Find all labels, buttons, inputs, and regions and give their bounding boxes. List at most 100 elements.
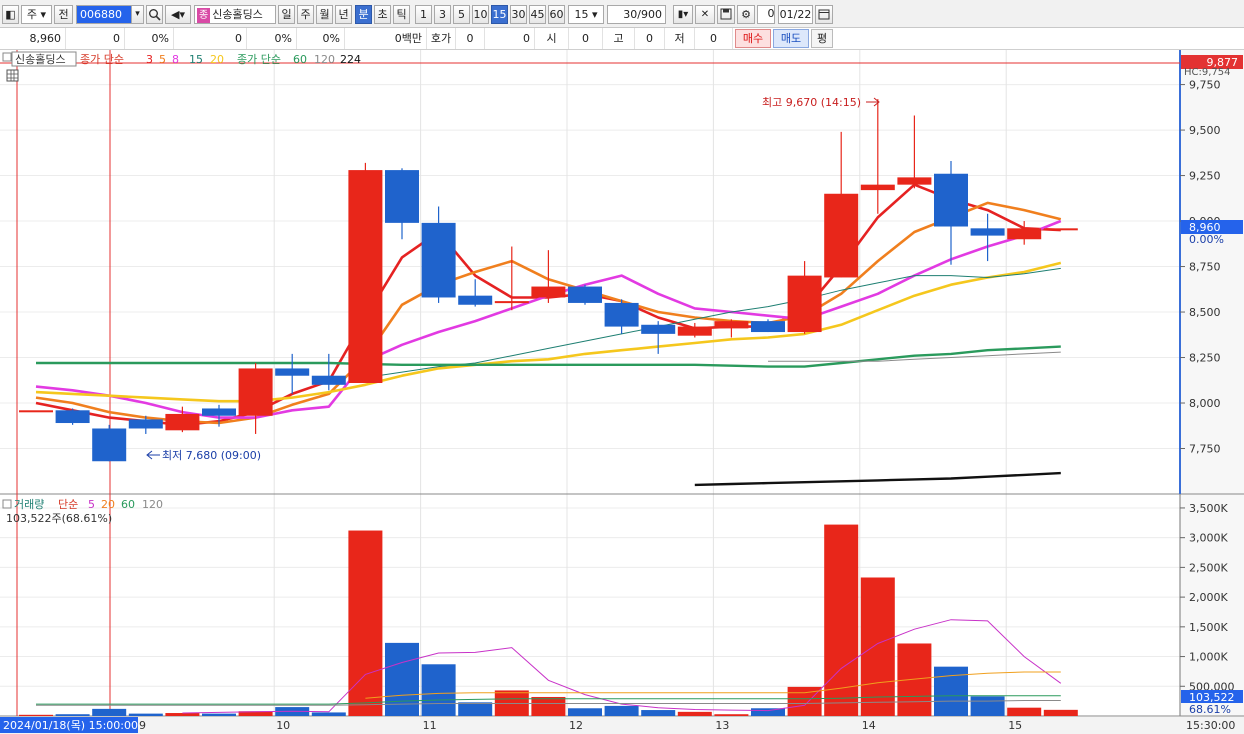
date-input[interactable]: 01/22 [778,5,813,24]
vol-ma-5-label: 5 [88,498,95,511]
price-tick-label: 8,250 [1189,352,1221,365]
period-minute[interactable]: 분 [355,5,372,24]
interval-30[interactable]: 30 [510,5,527,24]
volume-bar [92,708,127,716]
ma-60-label: 60 [293,53,307,66]
average-button[interactable]: 평 [811,29,833,48]
period-day[interactable]: 일 [278,5,295,24]
volume-bar [165,713,200,716]
ma-5-label: 5 [159,53,166,66]
volume-bar [1043,709,1078,716]
gear-icon[interactable]: ⚙ [737,5,755,24]
candle-body [275,368,310,376]
prev-button[interactable]: 전 [54,5,73,24]
volume-bar [348,530,383,716]
candle-body [92,428,127,462]
volume-bar [531,696,566,716]
time-cursor-tag: 2024/01/18(목) 15:00:00 [3,719,138,732]
period-tick[interactable]: 틱 [393,5,410,24]
candle-body [128,419,163,429]
volume-toggle-icon[interactable] [2,499,12,509]
calendar-icon[interactable] [815,5,833,24]
candle-body [19,410,53,413]
stock-type-tag: 종 [197,8,211,23]
chevron-down-icon[interactable]: ▾ [131,5,144,24]
vol-ma-20-label: 20 [101,498,115,511]
vol-ma-60-label: 60 [121,498,135,511]
period-month[interactable]: 월 [316,5,333,24]
candle-body [531,286,566,298]
layout-icon[interactable]: ◧ [2,5,19,24]
count-max: /900 [637,8,662,21]
current-price: 8,960 [0,28,66,49]
period-year[interactable]: 년 [335,5,352,24]
volume-rate-2: 0% [297,28,345,49]
panel-toggle-icon[interactable] [2,52,12,62]
candle-body [55,410,90,424]
buy-button[interactable]: 매수 [735,29,771,48]
stock-tag: 신송홀딩스 [15,53,66,66]
candle-body [787,275,822,333]
price-tick-label: 8,500 [1189,306,1221,319]
interval-15[interactable]: 15 [491,5,508,24]
candle-body [165,413,200,431]
time-label: 14 [862,719,876,732]
hc-tag: HC:9,754 [1184,67,1231,78]
speaker-icon[interactable]: ◀▾ [165,5,191,24]
candle-body [860,184,895,191]
time-axis [0,717,1244,734]
volume-bar [385,642,419,716]
time-label: 15 [1008,719,1022,732]
volume-bar [751,708,785,716]
candle-body [1043,228,1078,231]
checkbox-label: 0 [767,7,775,20]
price-volume-chart[interactable]: 7,7508,0008,2508,5008,7509,0009,2509,500… [0,50,1244,734]
candle-body [934,173,968,227]
volume-bar [19,714,53,716]
count-value: 30 [623,8,638,21]
sell-button[interactable]: 매도 [773,29,809,48]
volume-bar [311,712,346,716]
period-second[interactable]: 초 [374,5,391,24]
open-value: 0 [569,28,603,49]
save-icon[interactable] [717,5,735,24]
eraser-icon[interactable]: ✕ [695,5,715,24]
ma-8-label: 8 [172,53,179,66]
volume-tick-label: 2,500K [1189,561,1228,574]
candle-body [1007,228,1042,240]
volume-bar [568,708,602,716]
interval-60[interactable]: 60 [548,5,565,24]
time-axis-end: 15:30:00 [1186,719,1235,732]
candle-body [568,286,602,303]
interval-10[interactable]: 10 [472,5,489,24]
stock-name: 신송홀딩스 [212,8,263,21]
candle-body [238,368,273,416]
period-week[interactable]: 주 [297,5,314,24]
volume-bar [128,713,163,716]
low-label: 저 [665,28,695,49]
volume-bar [824,524,859,716]
period-unit-select[interactable]: 주 ▾ [21,5,52,24]
volume-ma-label: 단순 [58,498,78,511]
chart-tool-icon[interactable]: ▮▾ [673,5,693,24]
count-input[interactable]: 30/900 [607,5,666,24]
interval-select[interactable]: 15 ▾ [568,5,604,24]
interval-1[interactable]: 1 [415,5,432,24]
search-icon[interactable] [146,5,163,24]
volume-bar [934,666,968,716]
time-label: 12 [569,719,583,732]
chart-toolbar: ◧ 주 ▾ 전 006880 ▾ ◀▾ 종 신송홀딩스 일 주 월 년 분 초 틱… [0,0,1244,28]
stock-chart-window: ◧ 주 ▾ 전 006880 ▾ ◀▾ 종 신송홀딩스 일 주 월 년 분 초 틱… [0,0,1244,734]
grid-table-icon[interactable] [6,69,19,82]
volume-tick-label: 3,000K [1189,532,1228,545]
stock-name-box[interactable]: 종 신송홀딩스 [194,5,276,24]
interval-3[interactable]: 3 [434,5,451,24]
interval-45[interactable]: 45 [529,5,546,24]
candle-body [824,193,859,278]
volume-tick-label: 2,000K [1189,591,1228,604]
interval-5[interactable]: 5 [453,5,470,24]
time-label: 13 [715,719,729,732]
time-label: 9 [139,719,146,732]
hoga-label: 호가 [427,28,456,49]
volume-bar [897,643,932,716]
